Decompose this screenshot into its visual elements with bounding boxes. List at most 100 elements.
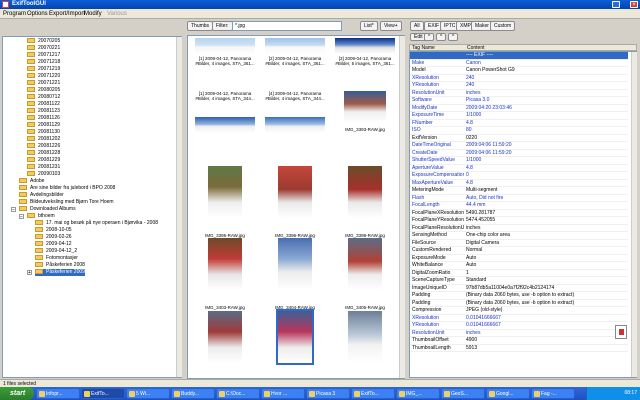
tag-row[interactable]: ModifyDate 2009:04:20 23:03:46 bbox=[410, 105, 628, 112]
taskbar-item[interactable]: ExifTo... bbox=[81, 388, 125, 399]
tag-row[interactable]: MeteringMode Multi-segment bbox=[410, 187, 628, 195]
tag-row[interactable]: ExifVersion 0220 bbox=[410, 135, 628, 142]
tree-folder[interactable]: 20080712 bbox=[27, 94, 60, 101]
tag-row[interactable]: Padding (Binary data 2060 bytes, use -b o… bbox=[410, 300, 628, 307]
tag-row[interactable]: ISO 80 bbox=[410, 127, 628, 135]
tree-folder[interactable]: 20071219 bbox=[27, 66, 60, 73]
taskbar-item[interactable]: C:\Doc... bbox=[216, 388, 260, 399]
taskbar-item[interactable]: 5 Wi... bbox=[126, 388, 170, 399]
thumbnail-item[interactable]: IMG_3408-RAW.jpg bbox=[334, 311, 396, 378]
tag-row[interactable]: XResolution 0.01041666667 bbox=[410, 315, 628, 322]
nav-down-button[interactable]: ^ bbox=[436, 33, 447, 41]
menu-various[interactable]: Various bbox=[107, 11, 127, 17]
tree-folder[interactable]: 20081231 bbox=[27, 164, 60, 171]
taskbar-item[interactable]: Hvor ... bbox=[261, 388, 305, 399]
tree-folder[interactable]: 20081202 bbox=[27, 136, 60, 143]
thumbnail-item[interactable]: IMG_3393-RAW.jpg bbox=[334, 91, 396, 137]
tree-folder[interactable]: 17. mai og besøk på nye operaen i Bjørvi… bbox=[35, 220, 158, 227]
tag-row[interactable]: FileSource Digital Camera bbox=[410, 240, 628, 247]
thumbnail-item[interactable]: [1] 2009-04-12, Panorama #Bilder, 4 imag… bbox=[194, 38, 256, 84]
nav-up-button[interactable]: ^ bbox=[424, 33, 435, 41]
tree-folder[interactable]: Adobe bbox=[19, 178, 44, 185]
tags-scrollbar[interactable] bbox=[631, 52, 637, 377]
tab-custom[interactable]: Custom bbox=[490, 21, 516, 31]
menu-program[interactable]: Program bbox=[3, 11, 26, 17]
tree-folder[interactable]: 2009-04-12 bbox=[35, 241, 72, 248]
expand-toggle[interactable]: + bbox=[27, 270, 32, 276]
tree-folder[interactable]: 2009-04-12_2 bbox=[35, 248, 77, 255]
tag-row[interactable]: FNumber 4.8 bbox=[410, 120, 628, 127]
tree-folder[interactable]: 20080205 bbox=[27, 87, 60, 94]
tag-row[interactable]: Compression JPEG (old-style) bbox=[410, 307, 628, 315]
tag-row[interactable]: ResolutionUnit inches bbox=[410, 330, 628, 337]
tag-row[interactable]: Flash Auto, Did not fire bbox=[410, 195, 628, 202]
tag-row[interactable]: CreateDate 2009:04:06 11:59:20 bbox=[410, 150, 628, 157]
minimize-button[interactable]: _ bbox=[612, 1, 620, 8]
taskbar-item[interactable]: ExifTo... bbox=[351, 388, 395, 399]
tree-folder[interactable]: 20081129 bbox=[27, 122, 60, 129]
thumbnail-item[interactable]: [2] 2009-04-12, Panorama #Bilder, 4 imag… bbox=[264, 38, 326, 84]
tag-row[interactable]: YResolution 240 bbox=[410, 82, 628, 90]
tree-folder[interactable]: 20081126 bbox=[27, 115, 60, 122]
close-button[interactable]: × bbox=[630, 1, 638, 8]
expand-toggle[interactable]: − bbox=[19, 214, 24, 220]
menu-modify[interactable]: Modify bbox=[84, 11, 102, 17]
thumbnail-item[interactable]: [4] 2009-04-12, Panorama #Bilder, 4 imag… bbox=[264, 91, 326, 137]
tag-row[interactable]: WhiteBalance Auto bbox=[410, 262, 628, 270]
tag-row[interactable]: ThumbnailOffset 4900 bbox=[410, 337, 628, 345]
tag-row[interactable]: FocalLength 44.4 mm bbox=[410, 202, 628, 210]
taskbar-item[interactable]: Infopr... bbox=[36, 388, 80, 399]
tree-folder[interactable]: Downloaded Albums bbox=[19, 206, 76, 213]
filter-input[interactable]: *.jpg bbox=[232, 21, 342, 31]
filter-button[interactable]: Filter: bbox=[212, 21, 233, 31]
taskbar-item[interactable]: Buddy... bbox=[171, 388, 215, 399]
view-button[interactable]: View+ bbox=[380, 21, 402, 31]
tree-folder[interactable]: 20081130 bbox=[27, 129, 60, 136]
tag-row[interactable]: ResolutionUnit inches bbox=[410, 90, 628, 97]
thumbs-button[interactable]: Thumbs bbox=[187, 21, 214, 31]
tree-folder[interactable]: 20070205 bbox=[27, 38, 60, 45]
tree-folder[interactable]: 20081122 bbox=[27, 101, 60, 108]
tree-folder[interactable]: 20071220 bbox=[27, 73, 60, 80]
tree-folder[interactable]: 20081228 bbox=[27, 150, 60, 157]
tree-folder[interactable]: Bildeutveksling med Bjørn Tore Hoem bbox=[19, 199, 114, 206]
tag-row[interactable]: FocalPlaneResolutionUnit inches bbox=[410, 225, 628, 232]
tag-row[interactable]: Software Picasa 3.0 bbox=[410, 97, 628, 105]
tree-folder[interactable]: 20081123 bbox=[27, 108, 60, 115]
tree-folder[interactable]: 20071218 bbox=[27, 59, 60, 66]
tree-folder[interactable]: Avdelingsbilder bbox=[19, 192, 64, 199]
tag-row[interactable]: FocalPlaneYResolution 5474.452055 bbox=[410, 217, 628, 225]
taskbar-item[interactable]: IMG_... bbox=[396, 388, 440, 399]
tag-row[interactable]: ExposureMode Auto bbox=[410, 255, 628, 262]
thumbs-scrollbar[interactable] bbox=[399, 36, 405, 378]
tree-folder[interactable]: 2008-10-05 bbox=[35, 227, 72, 234]
floating-app-icon[interactable] bbox=[615, 325, 627, 339]
thumbnail-item[interactable]: IMG_3395-RAW.jpg bbox=[194, 166, 256, 238]
tree-folder[interactable]: 20071217 bbox=[27, 52, 60, 59]
taskbar-item[interactable]: Googl... bbox=[486, 388, 530, 399]
tag-row[interactable]: Model Canon PowerShot G9 bbox=[410, 67, 628, 75]
thumbnail-item[interactable]: IMG_3404-RAW.jpg bbox=[264, 238, 326, 310]
tag-row[interactable]: YResolution 0.01041666667 bbox=[410, 322, 628, 330]
tag-row[interactable]: CustomRendered Normal bbox=[410, 247, 628, 255]
tag-row[interactable]: MaxApertureValue 4.8 bbox=[410, 180, 628, 187]
tag-row[interactable]: Padding (Binary data 2060 bytes, use -b o… bbox=[410, 292, 628, 300]
tree-folder[interactable]: 20081226 bbox=[27, 143, 60, 150]
thumbnail-item[interactable]: IMG_3407-RAW.jpg bbox=[264, 309, 326, 378]
thumbnail-item[interactable]: [3] 2009-04-12, Panorama #Bilder, 5 imag… bbox=[334, 38, 396, 84]
tree-folder[interactable]: 20070221 bbox=[27, 45, 60, 52]
taskbar-item[interactable]: Picasa 3 bbox=[306, 388, 350, 399]
thumbnail-item[interactable]: [1] 2009-04-12, Panorama #Bilder, 4 imag… bbox=[194, 91, 256, 137]
thumbnail-item[interactable]: IMG_3405-RAW.jpg bbox=[334, 238, 396, 310]
expand-toggle[interactable]: − bbox=[11, 207, 16, 213]
list-button[interactable]: List* bbox=[360, 21, 378, 31]
folder-tree[interactable]: 20070205 20070221 20071217 20071218 20071219… bbox=[2, 36, 182, 378]
tag-row[interactable]: ShutterSpeedValue 1/1000 bbox=[410, 157, 628, 165]
taskbar-item[interactable]: Fag -... bbox=[531, 388, 575, 399]
tag-row[interactable]: ImageUniqueID 97b87db5a11004e0a7f2f92c4b2… bbox=[410, 285, 628, 292]
tag-row[interactable]: SceneCaptureType Standard bbox=[410, 277, 628, 285]
tree-folder[interactable]: 20071221 bbox=[27, 80, 60, 87]
tree-folder[interactable]: Are sine bilder fra julebord i BPO 2008 bbox=[19, 185, 115, 192]
nav-first-button[interactable]: ^ bbox=[448, 33, 459, 41]
tree-folder[interactable]: bthoem bbox=[27, 213, 55, 220]
